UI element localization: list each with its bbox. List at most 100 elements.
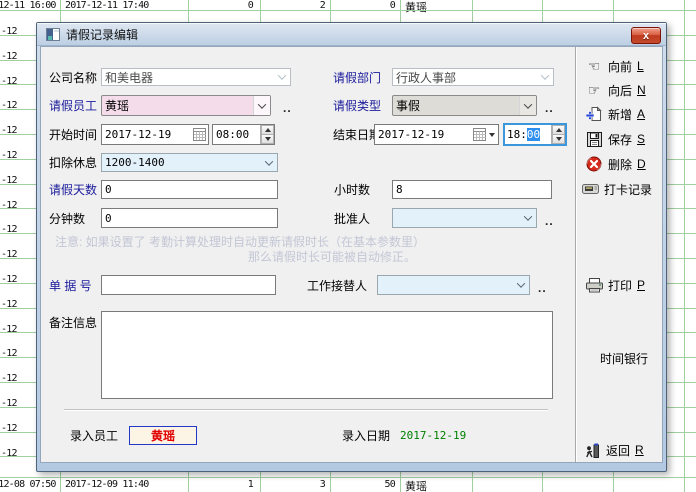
new-document-icon <box>585 106 603 122</box>
time-bank-button[interactable]: 时间银行 <box>600 349 648 367</box>
selected-minutes: 00 <box>527 128 540 141</box>
hand-right-icon: ☞ <box>585 83 603 97</box>
calendar-icon[interactable] <box>193 128 206 141</box>
label-doc-no: 单 据 号 <box>49 275 92 295</box>
deduct-rest-combo[interactable]: 1200-1400 <box>101 153 278 172</box>
grid-cell: -12 <box>1 249 17 260</box>
leave-type-more-button[interactable]: .. <box>545 101 554 115</box>
start-date-field[interactable]: 2017-12-19 <box>101 124 209 145</box>
grid-cell: 50 <box>340 479 395 490</box>
grid-cell: -12 <box>1 26 17 37</box>
doc-no-input[interactable] <box>101 275 276 295</box>
grid-cell: -12 <box>1 76 17 87</box>
dialog-title: 请假记录编辑 <box>66 26 138 43</box>
approver-more-button[interactable]: .. <box>545 214 554 228</box>
label-start-time: 开始时间 <box>49 124 97 145</box>
up-arrow-icon <box>556 128 562 132</box>
label-department: 请假部门 <box>333 68 381 86</box>
start-time-spinner[interactable]: 08:00 <box>212 124 275 145</box>
toolbar: ☜ 向前L ☞ 向后N 新增A 保存S <box>577 47 662 462</box>
grid-cell: -12 <box>1 125 17 136</box>
printer-icon <box>585 278 603 293</box>
dropdown-arrow-icon[interactable] <box>489 133 495 137</box>
dialog-titlebar[interactable]: 请假记录编辑 x <box>37 23 666 46</box>
grid-line <box>0 477 696 478</box>
chevron-down-icon <box>258 100 266 108</box>
forward-button[interactable]: ☜ 向前L <box>585 57 644 75</box>
label-entry-date: 录入日期 <box>342 426 390 445</box>
label-employee: 请假员工 <box>49 95 97 116</box>
delete-button[interactable]: 删除D <box>585 155 646 173</box>
chevron-down-icon <box>264 157 272 165</box>
dialog-icon <box>46 28 60 41</box>
warning-note-line2: 那么请假时长可能被自动修正。 <box>248 248 416 265</box>
grid-cell: 3 <box>270 479 325 490</box>
remark-textarea[interactable] <box>101 311 553 399</box>
label-leave-days: 请假天数 <box>49 180 97 199</box>
label-leave-type: 请假类型 <box>333 95 381 116</box>
employee-combo[interactable]: 黄瑶 <box>101 95 271 116</box>
leave-type-combo[interactable]: 事假 <box>392 95 537 116</box>
divider <box>64 409 548 411</box>
grid-cell: -12 <box>1 373 17 384</box>
grid-cell: -12 <box>1 448 17 459</box>
grid-line <box>684 0 685 492</box>
grid-cell: -12 <box>1 100 17 111</box>
department-combo[interactable]: 行政人事部 <box>392 68 554 86</box>
grid-cell: -12 <box>1 175 17 186</box>
label-deduct-rest: 扣除休息 <box>49 153 97 172</box>
employee-more-button[interactable]: .. <box>283 101 292 115</box>
label-company: 公司名称 <box>49 68 97 86</box>
grid-cell: -12 <box>1 274 17 285</box>
chevron-down-icon <box>516 279 524 287</box>
grid-cell: -12-08 07:50 <box>0 479 56 490</box>
chevron-down-icon <box>523 212 531 220</box>
substitute-combo[interactable] <box>377 275 530 295</box>
end-date-field[interactable]: 2017-12-19 <box>374 124 499 145</box>
grid-cell: -12 <box>1 224 17 235</box>
approver-combo[interactable] <box>392 208 537 228</box>
end-time-spinner[interactable]: 18:00 <box>503 123 567 146</box>
punch-record-icon <box>581 183 599 195</box>
entry-employee-value: 黄瑶 <box>129 426 197 445</box>
leave-record-dialog: 请假记录编辑 x 公司名称 和美电器 请假部门 行政人事部 请假员工 黄瑶 ..… <box>36 22 667 472</box>
exit-icon <box>583 443 601 458</box>
backward-button[interactable]: ☞ 向后N <box>585 81 646 99</box>
calendar-icon[interactable] <box>473 128 486 141</box>
save-floppy-icon <box>585 132 603 147</box>
grid-cell: 黄瑶 <box>405 478 427 492</box>
close-icon: x <box>643 30 649 42</box>
spin-up-button[interactable] <box>552 125 565 135</box>
grid-cell: -12 <box>1 299 17 310</box>
spin-down-button[interactable] <box>261 135 274 144</box>
save-button[interactable]: 保存S <box>585 130 645 148</box>
grid-cell: 1 <box>200 479 253 490</box>
new-button[interactable]: 新增A <box>585 105 645 123</box>
spin-down-button[interactable] <box>552 135 565 144</box>
grid-cell: -12 <box>1 348 17 359</box>
dialog-body: 公司名称 和美电器 请假部门 行政人事部 请假员工 黄瑶 .. 请假类型 事假 <box>40 46 663 463</box>
spin-up-button[interactable] <box>261 125 274 135</box>
label-approver: 批准人 <box>334 208 370 228</box>
label-minutes: 分钟数 <box>49 208 85 228</box>
down-arrow-icon <box>556 137 562 141</box>
label-remark: 备注信息 <box>49 314 97 330</box>
return-button[interactable]: 返回R <box>583 441 644 459</box>
grid-cell: -12 <box>1 324 17 335</box>
grid-cell: 2017-12-09 11:40 <box>65 479 149 490</box>
label-hours: 小时数 <box>334 180 370 199</box>
substitute-more-button[interactable]: .. <box>538 281 547 295</box>
chevron-down-icon <box>524 100 532 108</box>
company-combo[interactable]: 和美电器 <box>101 68 291 86</box>
delete-icon <box>585 156 603 172</box>
hand-left-icon: ☜ <box>585 59 603 73</box>
print-button[interactable]: 打印P <box>585 276 645 294</box>
hours-input[interactable] <box>392 180 552 199</box>
minutes-input[interactable] <box>101 208 278 228</box>
punch-records-button[interactable]: 打卡记录 <box>581 180 652 198</box>
screen: -12-11 16:00 2017-12-11 17:40 0 2 0 黄瑶 -… <box>0 0 696 492</box>
grid-cell: -12 <box>1 398 17 409</box>
chevron-down-icon <box>540 71 548 79</box>
close-button[interactable]: x <box>631 27 661 44</box>
leave-days-input[interactable] <box>101 180 278 199</box>
